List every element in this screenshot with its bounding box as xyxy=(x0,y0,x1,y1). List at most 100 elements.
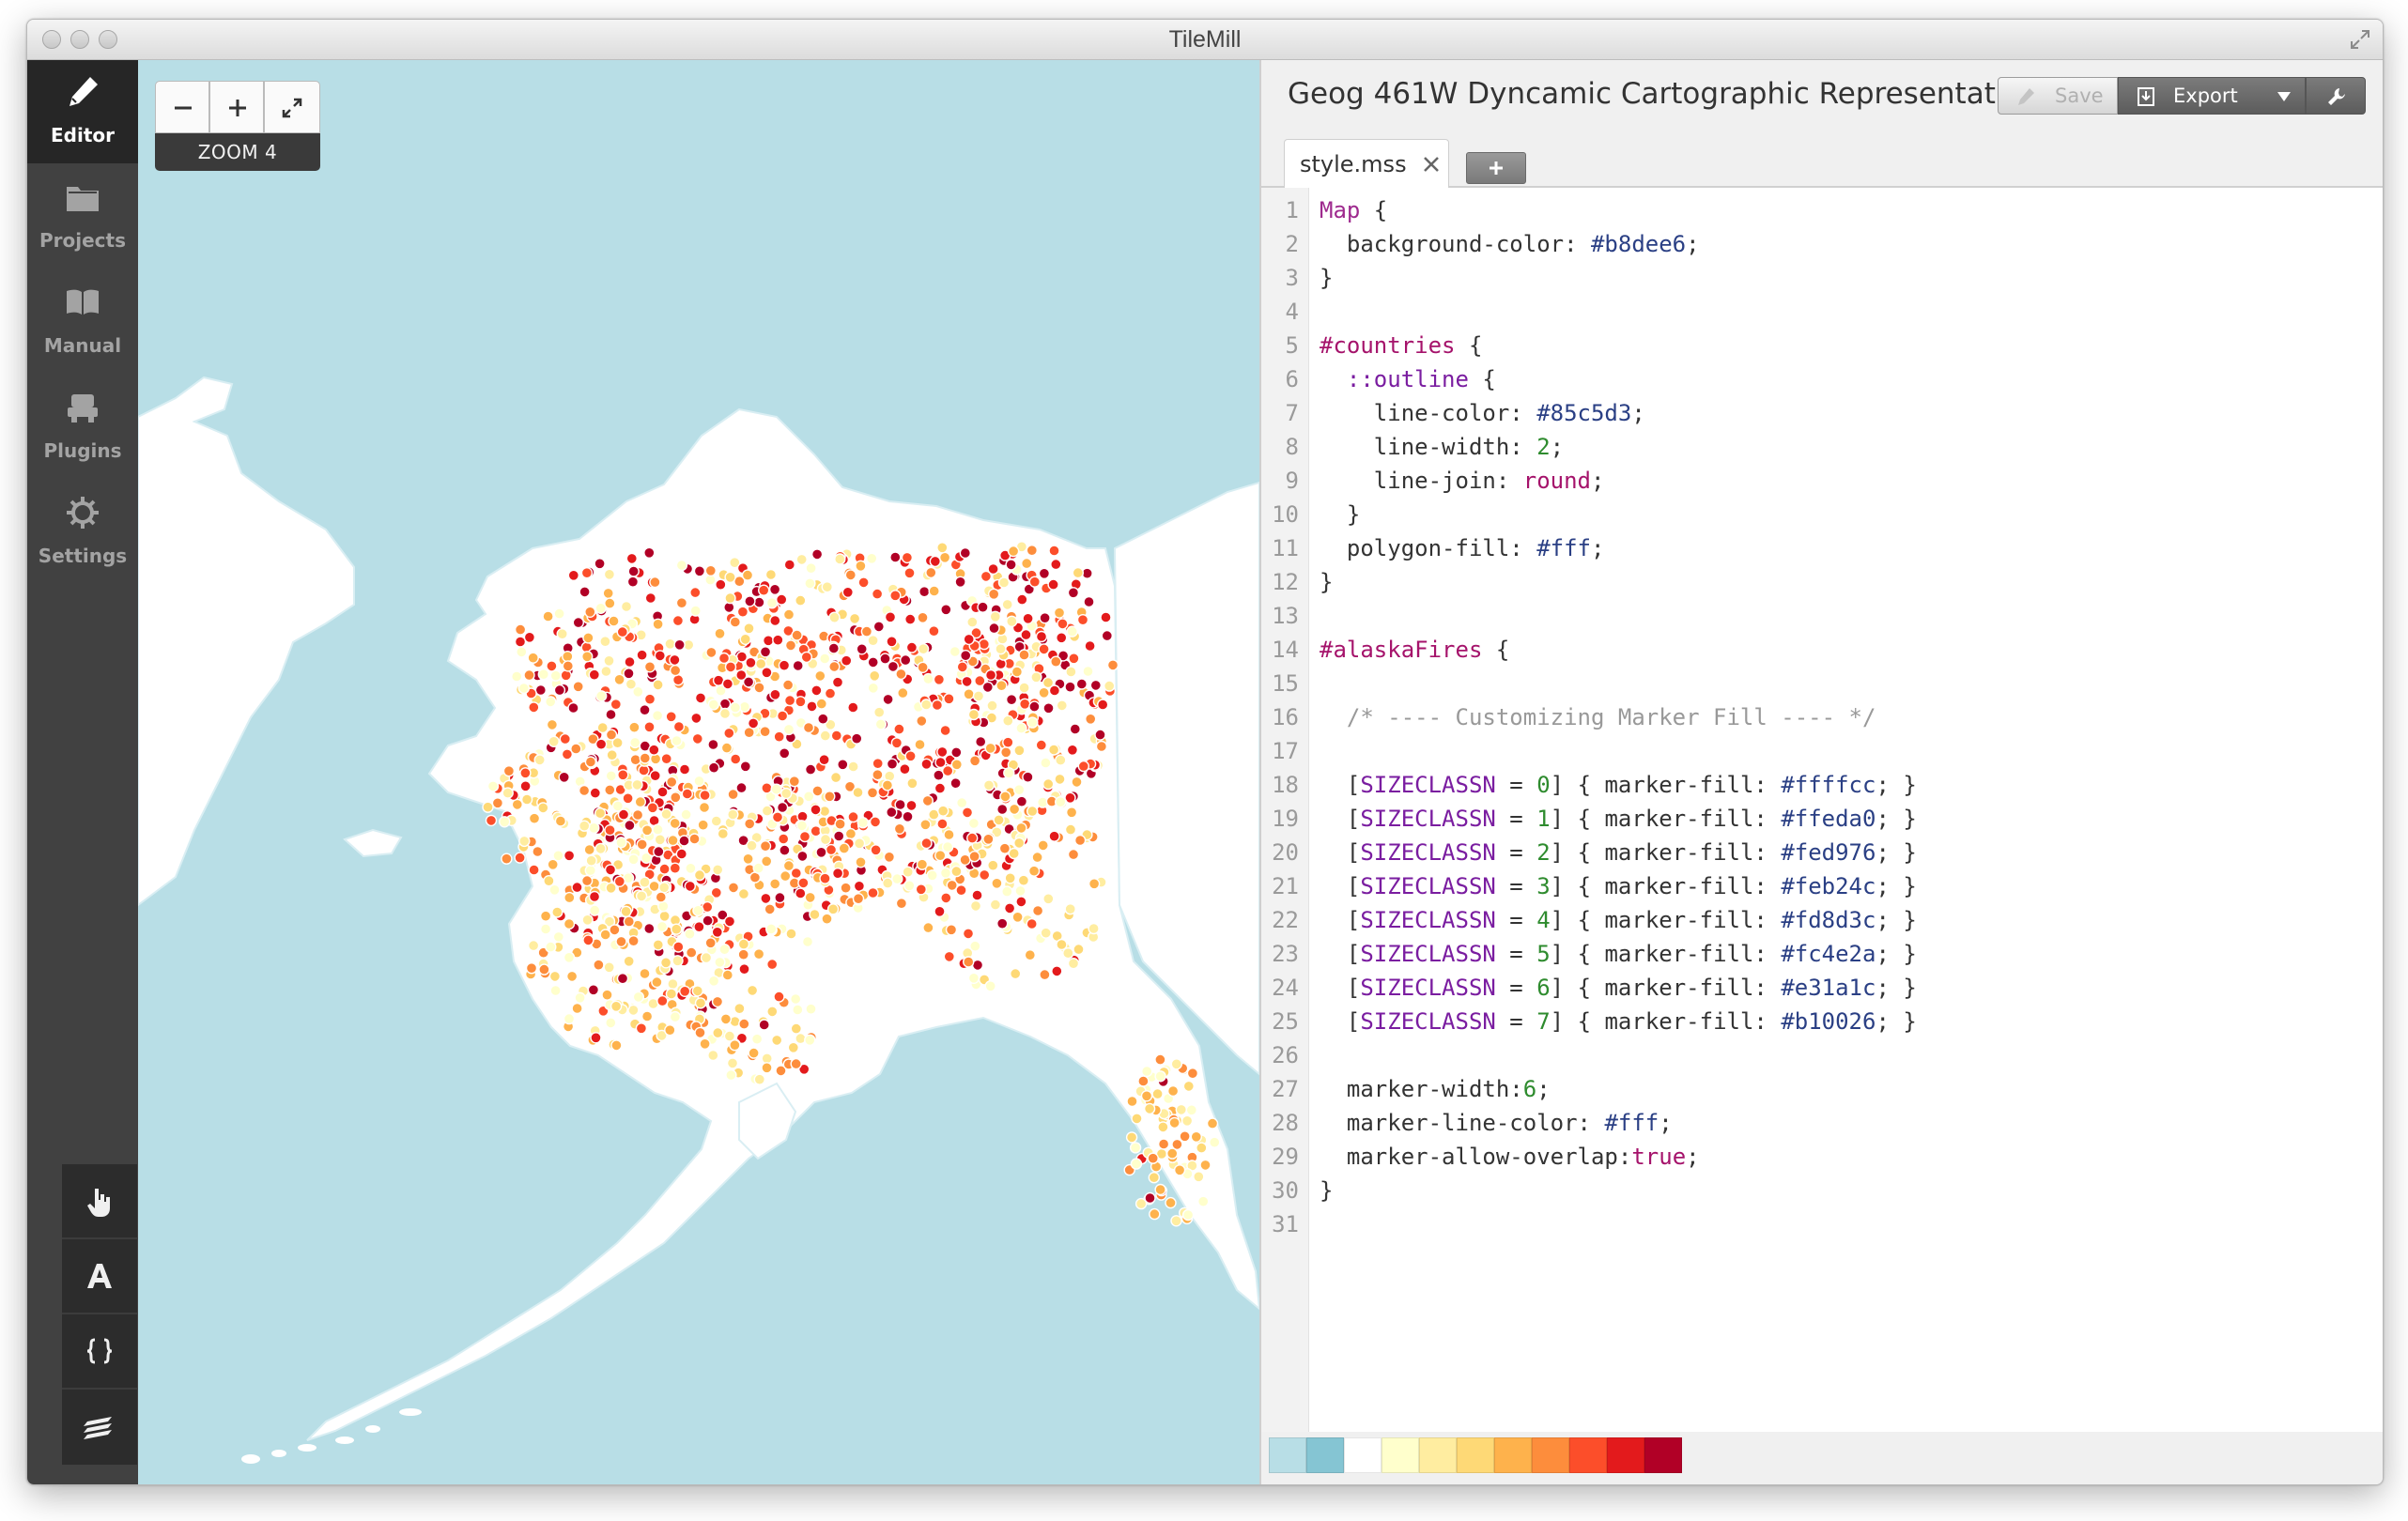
code-line[interactable]: 4 xyxy=(1261,295,2383,329)
fire-marker xyxy=(643,922,656,935)
color-swatch[interactable] xyxy=(1419,1437,1457,1473)
code-line[interactable]: 19 [SIZECLASSN = 1] { marker-fill: #ffed… xyxy=(1261,802,2383,836)
sidebar-item-projects[interactable]: Projects xyxy=(27,165,138,269)
fire-marker xyxy=(815,846,827,858)
wrench-button[interactable] xyxy=(2306,77,2366,115)
fire-marker xyxy=(639,967,651,980)
fullscreen-map-button[interactable] xyxy=(264,81,320,133)
code-line[interactable]: 9 line-join: round; xyxy=(1261,464,2383,498)
fire-marker xyxy=(905,799,918,812)
fire-marker xyxy=(834,553,846,565)
fullscreen-icon[interactable] xyxy=(2349,28,2371,51)
code-line[interactable]: 10 } xyxy=(1261,498,2383,531)
carto-reference-button[interactable] xyxy=(62,1314,137,1390)
code-line[interactable]: 25 [SIZECLASSN = 7] { marker-fill: #b100… xyxy=(1261,1005,2383,1038)
fire-marker xyxy=(724,592,736,605)
code-line[interactable]: 12} xyxy=(1261,565,2383,599)
fire-marker xyxy=(920,699,933,711)
code-line[interactable]: 30} xyxy=(1261,1174,2383,1207)
line-number: 5 xyxy=(1285,332,1299,359)
code-line[interactable]: 17 xyxy=(1261,734,2383,768)
add-stylesheet-button[interactable] xyxy=(1466,152,1526,184)
color-swatch[interactable] xyxy=(1457,1437,1494,1473)
code-line[interactable]: 2 background-color: #b8dee6; xyxy=(1261,227,2383,261)
fire-marker xyxy=(667,834,679,847)
code-line[interactable]: 7 line-color: #85c5d3; xyxy=(1261,396,2383,430)
fire-marker xyxy=(563,1012,576,1025)
pan-tool-button[interactable] xyxy=(62,1164,137,1239)
fire-marker xyxy=(869,816,882,828)
code-editor[interactable]: 1 Map {2 background-color: #b8dee6; 3} 4 5 #c… xyxy=(1261,188,2383,1432)
font-tool-button[interactable] xyxy=(62,1239,137,1314)
code-line[interactable]: 18 [SIZECLASSN = 0] { marker-fill: #ffff… xyxy=(1261,768,2383,802)
fire-marker xyxy=(613,673,625,685)
code-line[interactable]: 29 marker-allow-overlap:true; xyxy=(1261,1140,2383,1174)
code-line[interactable]: 28 marker-line-color: #fff; xyxy=(1261,1106,2383,1140)
export-button[interactable]: Export xyxy=(2118,77,2306,115)
code-line[interactable]: 3} xyxy=(1261,261,2383,295)
fire-marker xyxy=(1047,578,1059,591)
fire-marker xyxy=(664,1023,676,1037)
fire-marker xyxy=(669,653,681,667)
sidebar-item-plugins[interactable]: Plugins xyxy=(27,376,138,479)
color-swatch[interactable] xyxy=(1344,1437,1382,1473)
fire-marker xyxy=(679,985,691,997)
code-line[interactable]: 27 marker-width:6; xyxy=(1261,1072,2383,1106)
color-swatch[interactable] xyxy=(1382,1437,1419,1473)
color-swatch[interactable] xyxy=(1607,1437,1644,1473)
fire-marker xyxy=(844,569,857,581)
code-line[interactable]: 1 Map { xyxy=(1261,193,2383,227)
fire-marker xyxy=(711,926,723,938)
color-swatch[interactable] xyxy=(1532,1437,1569,1473)
sidebar-item-settings[interactable]: Settings xyxy=(27,481,138,584)
fire-marker xyxy=(759,726,771,738)
fire-marker xyxy=(855,856,867,868)
fire-marker xyxy=(890,737,903,749)
fire-marker xyxy=(857,576,870,589)
code-line[interactable]: 16 /* ---- Customizing Marker Fill ---- … xyxy=(1261,700,2383,734)
code-line[interactable]: 6 ::outline { xyxy=(1261,362,2383,396)
code-line[interactable]: 15 xyxy=(1261,667,2383,700)
fire-marker xyxy=(814,669,826,683)
color-swatch[interactable] xyxy=(1269,1437,1306,1473)
code-line[interactable]: 20 [SIZECLASSN = 2] { marker-fill: #fed9… xyxy=(1261,836,2383,869)
code-line[interactable]: 31 xyxy=(1261,1207,2383,1241)
fire-marker xyxy=(631,808,644,822)
code-line[interactable]: 23 [SIZECLASSN = 5] { marker-fill: #fc4e… xyxy=(1261,937,2383,971)
color-swatch[interactable] xyxy=(1644,1437,1682,1473)
zoom-in-button[interactable] xyxy=(209,81,264,133)
fire-marker xyxy=(782,723,795,736)
map-canvas[interactable] xyxy=(138,60,1259,1484)
fire-marker xyxy=(938,551,951,563)
color-swatch[interactable] xyxy=(1494,1437,1532,1473)
fire-marker xyxy=(627,935,640,947)
map-view[interactable]: ZOOM 4 xyxy=(138,60,1259,1484)
code-line[interactable]: 14 #alaskaFires { xyxy=(1261,633,2383,667)
code-line[interactable]: 11 polygon-fill: #fff; xyxy=(1261,531,2383,565)
fire-marker xyxy=(660,753,672,765)
fire-marker xyxy=(967,817,980,830)
code-line[interactable]: 21 [SIZECLASSN = 3] { marker-fill: #feb2… xyxy=(1261,869,2383,903)
sidebar-item-editor[interactable]: Editor xyxy=(27,60,138,163)
fire-marker xyxy=(628,721,641,733)
fire-marker xyxy=(815,698,827,710)
code-line[interactable]: 26 xyxy=(1261,1038,2383,1072)
fire-marker xyxy=(623,915,635,928)
code-line[interactable]: 13 xyxy=(1261,599,2383,633)
save-button[interactable]: Save xyxy=(1998,77,2118,115)
fire-marker xyxy=(724,661,737,673)
color-swatch[interactable] xyxy=(1569,1437,1607,1473)
fire-marker xyxy=(920,758,933,770)
zoom-out-button[interactable] xyxy=(155,81,209,133)
sidebar-item-manual[interactable]: Manual xyxy=(27,270,138,374)
fire-marker xyxy=(669,817,681,830)
code-line[interactable]: 8 line-width: 2; xyxy=(1261,430,2383,464)
code-line[interactable]: 24 [SIZECLASSN = 6] { marker-fill: #e31a… xyxy=(1261,971,2383,1005)
fire-marker xyxy=(693,868,706,882)
code-line[interactable]: 22 [SIZECLASSN = 4] { marker-fill: #fd8d… xyxy=(1261,903,2383,937)
layers-button[interactable] xyxy=(62,1390,137,1463)
close-icon[interactable] xyxy=(1422,155,1441,174)
code-line[interactable]: 5 #countries { xyxy=(1261,329,2383,362)
tab-style-mss[interactable]: style.mss xyxy=(1284,139,1449,188)
color-swatch[interactable] xyxy=(1306,1437,1344,1473)
